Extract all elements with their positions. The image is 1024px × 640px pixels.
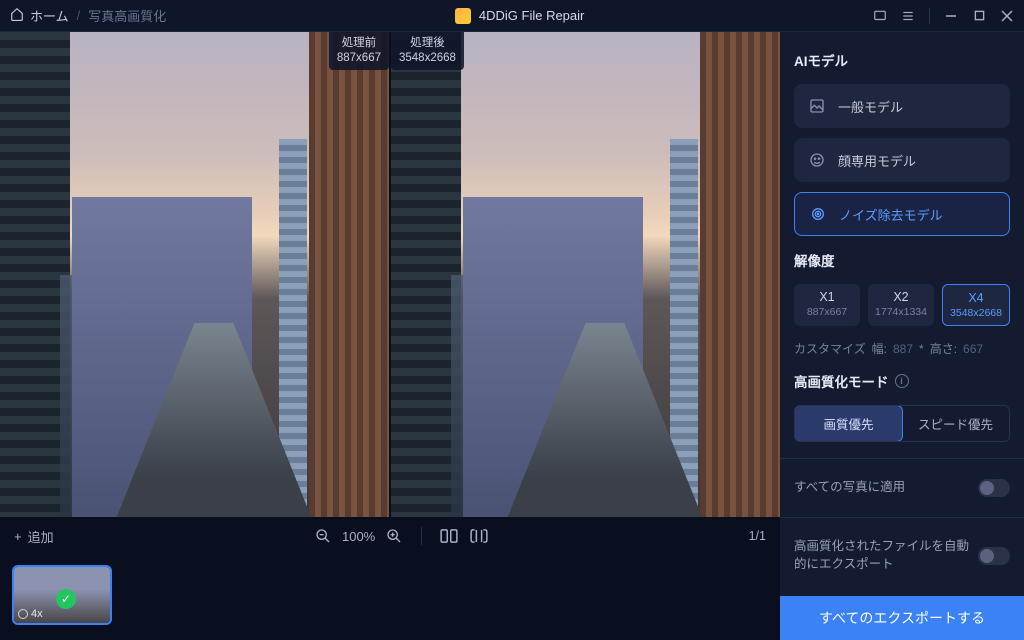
main-area: 処理前 887x667 処理後 3548x2668 + 追加 1	[0, 32, 780, 640]
thumbnail-item[interactable]: ✓ 4x	[12, 565, 112, 625]
mode-speed[interactable]: スピード優先	[902, 406, 1009, 441]
breadcrumb-separator: /	[77, 8, 81, 23]
width-input[interactable]: 887	[893, 342, 913, 356]
height-input[interactable]: 667	[963, 342, 983, 356]
image-icon	[808, 97, 826, 115]
model-denoise[interactable]: ノイズ除去モデル	[794, 192, 1010, 236]
sidebar: AIモデル 一般モデル 顔専用モデル ノイズ除去モデル 解像度 X1 887x6…	[780, 32, 1024, 640]
compare-split-icon[interactable]	[470, 527, 488, 545]
menu-icon[interactable]	[901, 9, 915, 23]
thumbnail-scale: 4x	[18, 608, 43, 620]
compare-side-icon[interactable]	[440, 527, 458, 545]
before-pane: 処理前 887x667	[0, 32, 389, 517]
apply-all-toggle[interactable]	[978, 479, 1010, 497]
app-icon	[455, 8, 471, 24]
home-button[interactable]: ホーム	[10, 6, 69, 25]
home-icon	[10, 7, 24, 24]
mode-title: 高画質化モード i	[794, 371, 1010, 391]
resolution-title: 解像度	[794, 250, 1010, 270]
model-general[interactable]: 一般モデル	[794, 84, 1010, 128]
target-icon	[809, 205, 827, 223]
page-counter: 1/1	[749, 529, 766, 543]
auto-export-toggle[interactable]	[978, 547, 1010, 565]
info-icon[interactable]: i	[895, 374, 909, 388]
zoom-out-icon[interactable]	[314, 527, 332, 545]
feedback-icon[interactable]	[873, 9, 887, 23]
preview-toolbar: + 追加 100% 1/1	[0, 517, 780, 555]
after-pane: 処理後 3548x2668	[391, 32, 780, 517]
resolution-x4[interactable]: X4 3548x2668	[942, 284, 1010, 326]
mode-quality[interactable]: 画質優先	[794, 405, 903, 442]
close-icon[interactable]	[1000, 9, 1014, 23]
preview-compare[interactable]: 処理前 887x667 処理後 3548x2668	[0, 32, 780, 517]
home-label: ホーム	[30, 6, 69, 25]
export-all-button[interactable]: すべてのエクスポートする	[780, 596, 1024, 640]
resolution-x1[interactable]: X1 887x667	[794, 284, 860, 326]
models-title: AIモデル	[794, 50, 1010, 70]
apply-all-label: すべての写真に適用	[794, 479, 978, 497]
custom-resolution: カスタマイズ 幅: 887 * 高さ: 667	[794, 340, 1010, 357]
breadcrumb: 写真高画質化	[88, 6, 166, 25]
model-face[interactable]: 顔専用モデル	[794, 138, 1010, 182]
face-icon	[808, 151, 826, 169]
before-badge: 処理前 887x667	[329, 32, 389, 70]
thumbnail-strip: ✓ 4x	[0, 555, 780, 640]
titlebar: ホーム / 写真高画質化 4DDiG File Repair	[0, 0, 1024, 32]
maximize-icon[interactable]	[972, 9, 986, 23]
zoom-in-icon[interactable]	[385, 527, 403, 545]
plus-icon: +	[14, 529, 22, 544]
minimize-icon[interactable]	[944, 9, 958, 23]
resolution-x2[interactable]: X2 1774x1334	[868, 284, 934, 326]
after-badge: 処理後 3548x2668	[391, 32, 464, 70]
app-title: 4DDiG File Repair	[479, 8, 584, 23]
auto-export-label: 高画質化されたファイルを自動的にエクスポート	[794, 538, 978, 573]
add-button[interactable]: + 追加	[14, 527, 54, 546]
check-icon: ✓	[56, 589, 76, 609]
zoom-level: 100%	[342, 529, 375, 544]
